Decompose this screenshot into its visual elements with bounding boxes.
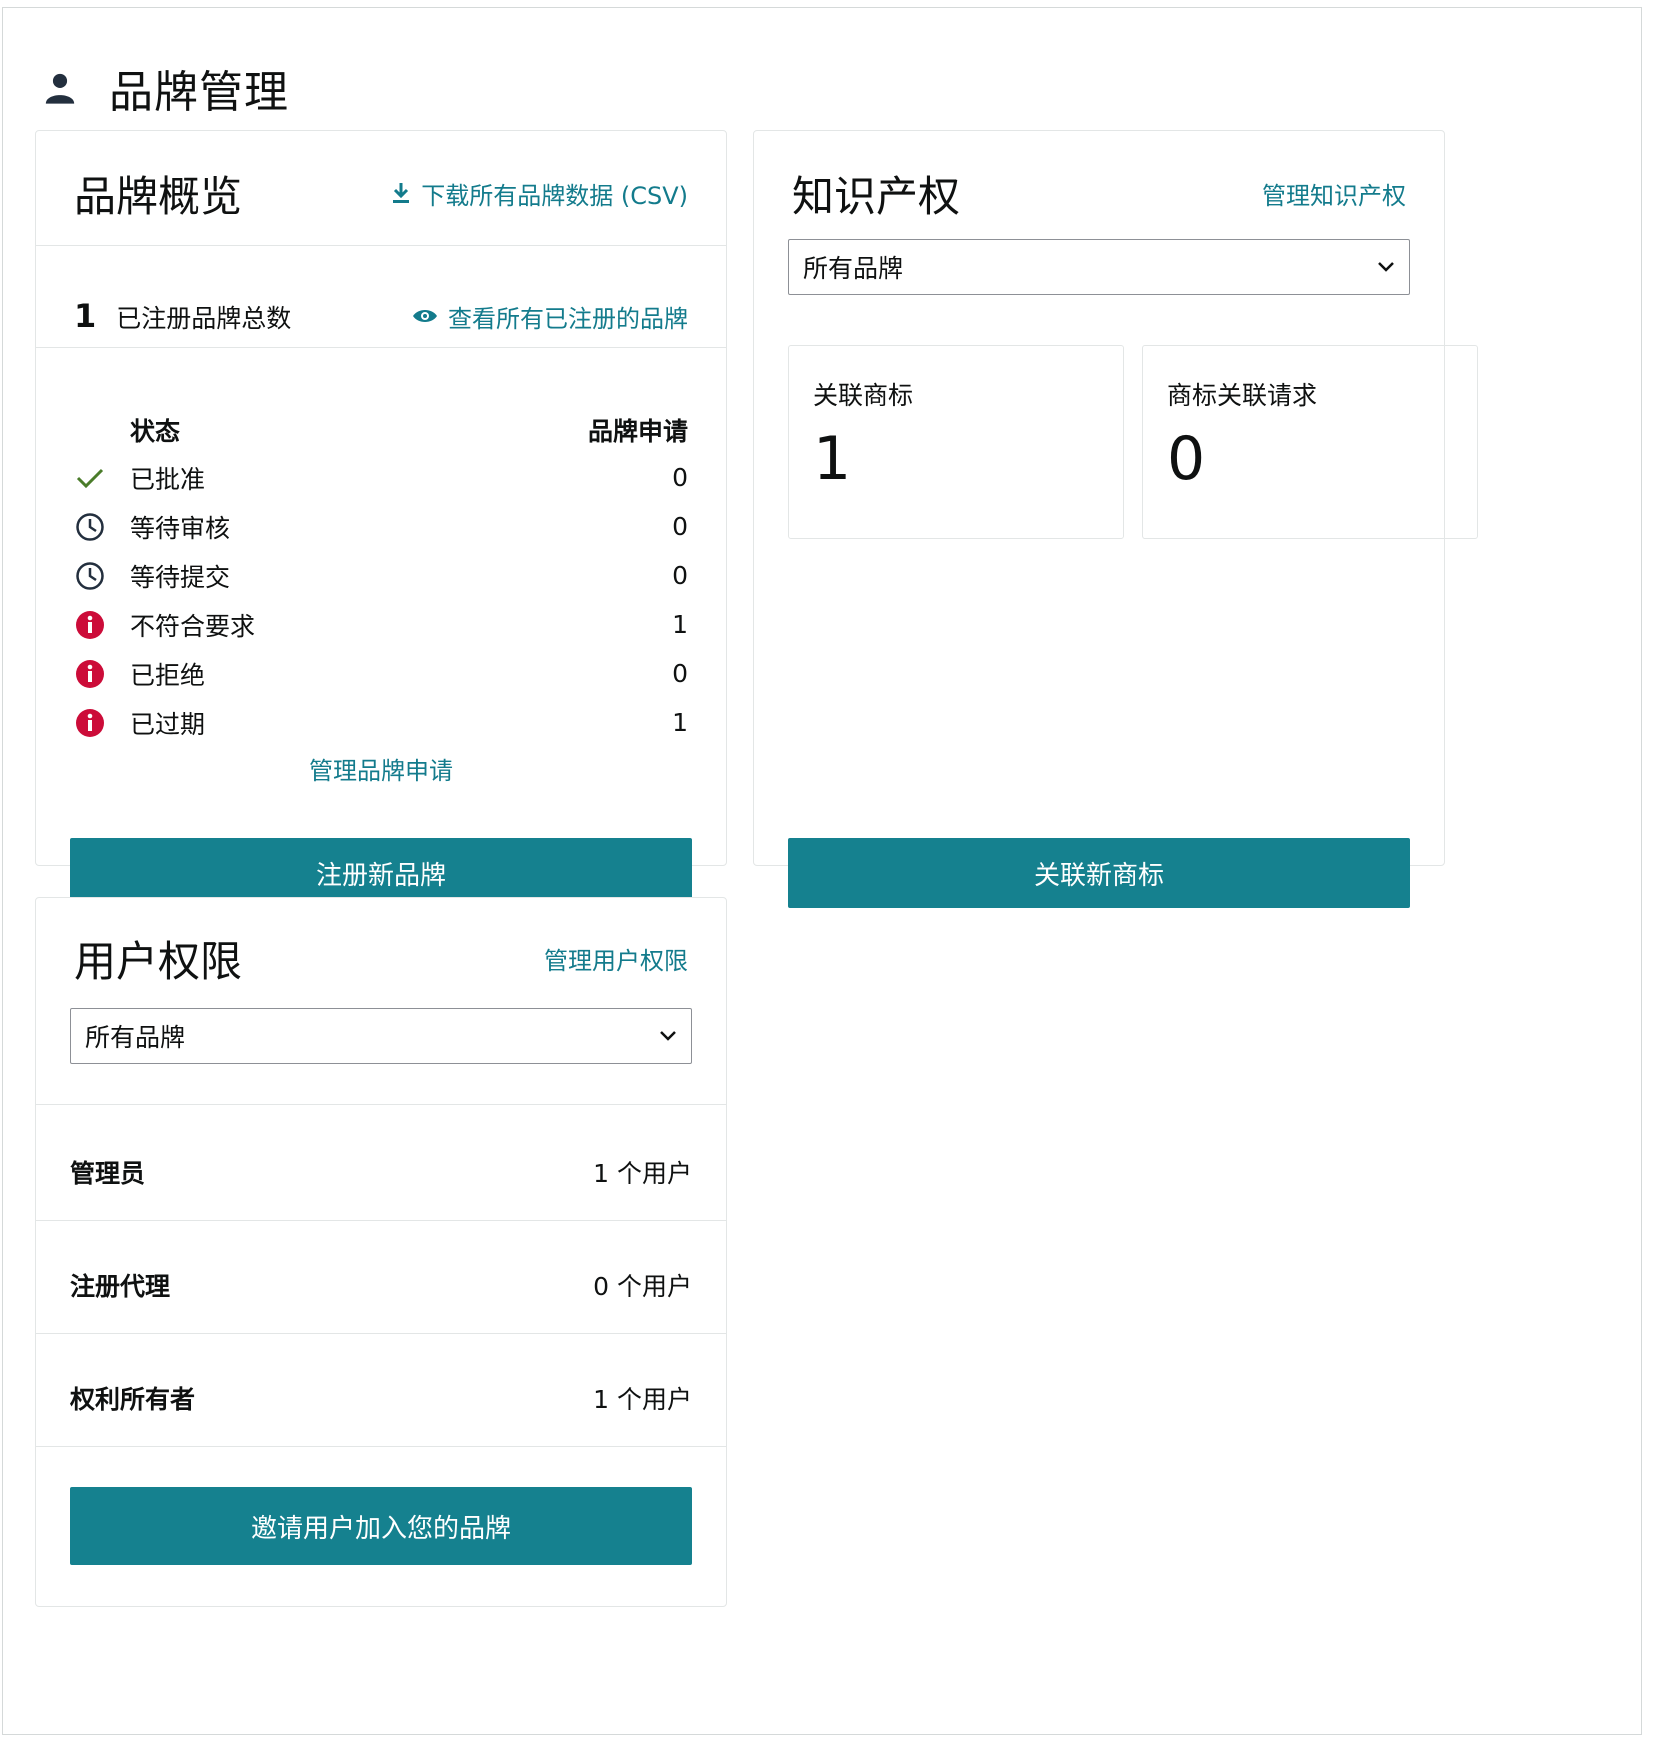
metric-value: 1 bbox=[813, 424, 852, 494]
status-label: 等待提交 bbox=[130, 562, 231, 592]
user-permissions-title: 用户权限 bbox=[74, 936, 243, 986]
total-registered-label: 已注册品牌总数 bbox=[116, 304, 292, 333]
view-all-brands-link[interactable]: 查看所有已注册的品牌 bbox=[412, 299, 688, 334]
view-all-brands-label: 查看所有已注册的品牌 bbox=[448, 304, 688, 333]
role-user-count: 1 个用户 bbox=[593, 1385, 692, 1414]
link-new-trademark-button[interactable]: 关联新商标 bbox=[788, 838, 1410, 908]
status-label: 已过期 bbox=[130, 709, 206, 739]
divider bbox=[36, 347, 726, 348]
download-csv-link[interactable]: 下载所有品牌数据 (CSV) bbox=[391, 176, 688, 211]
status-row-rejected: 已拒绝 0 bbox=[74, 649, 688, 698]
metric-label: 商标关联请求 bbox=[1167, 381, 1318, 410]
chevron-down-icon bbox=[1378, 262, 1394, 272]
status-row-pending-submission: 等待提交 0 bbox=[74, 551, 688, 600]
status-label: 已批准 bbox=[130, 464, 206, 494]
status-label: 不符合要求 bbox=[130, 611, 256, 641]
alert-icon bbox=[74, 658, 106, 690]
status-count: 0 bbox=[672, 463, 688, 492]
brand-overview-title: 品牌概览 bbox=[74, 171, 243, 221]
status-row-expired: 已过期 1 bbox=[74, 698, 688, 747]
manage-brand-applications-link[interactable]: 管理品牌申请 bbox=[309, 751, 453, 786]
metric-value: 0 bbox=[1167, 424, 1206, 494]
chevron-down-icon bbox=[660, 1031, 676, 1041]
ip-title: 知识产权 bbox=[792, 171, 961, 221]
role-user-count: 1 个用户 bbox=[593, 1159, 692, 1188]
status-label: 已拒绝 bbox=[130, 660, 206, 690]
role-user-count: 0 个用户 bbox=[593, 1272, 692, 1301]
user-permissions-card: 用户权限 管理用户权限 所有品牌 管理员 1 个用户 注册代理 0 个用户 权利… bbox=[35, 897, 727, 1607]
user-role-row: 权利所有者 1 个用户 bbox=[70, 1368, 692, 1428]
user-brand-select-value: 所有品牌 bbox=[85, 1023, 186, 1052]
status-count: 1 bbox=[672, 610, 688, 639]
invite-users-button[interactable]: 邀请用户加入您的品牌 bbox=[70, 1487, 692, 1565]
applications-column-header: 品牌申请 bbox=[587, 417, 688, 446]
trademark-link-requests-metric: 商标关联请求 0 bbox=[1142, 345, 1478, 539]
user-icon bbox=[45, 73, 75, 104]
status-column-header: 状态 bbox=[130, 417, 181, 446]
total-registered-count: 1 bbox=[74, 297, 97, 335]
linked-trademarks-metric: 关联商标 1 bbox=[788, 345, 1124, 539]
role-name: 管理员 bbox=[70, 1159, 146, 1188]
page-title: 品牌管理 bbox=[109, 67, 289, 118]
alert-icon bbox=[74, 707, 106, 739]
alert-icon bbox=[74, 609, 106, 641]
status-row-not-compliant: 不符合要求 1 bbox=[74, 600, 688, 649]
status-count: 0 bbox=[672, 512, 688, 541]
role-name: 权利所有者 bbox=[70, 1385, 196, 1414]
divider bbox=[36, 1446, 726, 1447]
role-name: 注册代理 bbox=[70, 1272, 171, 1301]
status-count: 0 bbox=[672, 561, 688, 590]
brand-management-page: 品牌管理 品牌概览 下载所有品牌数据 (CSV) 1 已注册品牌总数 查看所有已… bbox=[2, 7, 1642, 1735]
total-registered-row: 1 已注册品牌总数 查看所有已注册的品牌 bbox=[74, 291, 688, 341]
status-row-pending-review: 等待审核 0 bbox=[74, 502, 688, 551]
download-csv-label: 下载所有品牌数据 (CSV) bbox=[421, 181, 688, 210]
download-icon bbox=[393, 183, 410, 203]
divider bbox=[36, 1220, 726, 1221]
status-count: 0 bbox=[672, 659, 688, 688]
divider bbox=[36, 1104, 726, 1105]
ip-brand-select-value: 所有品牌 bbox=[803, 254, 904, 283]
metric-label: 关联商标 bbox=[813, 381, 914, 410]
user-role-row: 管理员 1 个用户 bbox=[70, 1142, 692, 1202]
status-row-approved: 已批准 0 bbox=[74, 453, 688, 502]
divider bbox=[36, 245, 726, 246]
ip-brand-select[interactable]: 所有品牌 bbox=[788, 239, 1410, 295]
user-role-row: 注册代理 0 个用户 bbox=[70, 1255, 692, 1315]
brand-overview-card: 品牌概览 下载所有品牌数据 (CSV) 1 已注册品牌总数 查看所有已注册的品牌… bbox=[35, 130, 727, 908]
status-label: 等待审核 bbox=[130, 513, 231, 543]
manage-user-permissions-link[interactable]: 管理用户权限 bbox=[544, 941, 688, 976]
status-table: 状态 品牌申请 已批准 0 等待审核 0 等待提交 0 不符合要求 1 已拒绝 … bbox=[74, 407, 688, 747]
clock-icon bbox=[74, 511, 106, 543]
divider bbox=[36, 1333, 726, 1334]
clock-icon bbox=[74, 560, 106, 592]
status-table-header: 状态 品牌申请 bbox=[74, 407, 688, 453]
intellectual-property-card: 知识产权 管理知识产权 所有品牌 关联商标 1 商标关联请求 0 关联新商标 bbox=[753, 130, 1478, 908]
manage-ip-link[interactable]: 管理知识产权 bbox=[1262, 176, 1406, 211]
eye-icon bbox=[413, 310, 437, 322]
check-icon bbox=[74, 462, 106, 494]
user-brand-select[interactable]: 所有品牌 bbox=[70, 1008, 692, 1064]
status-count: 1 bbox=[672, 708, 688, 737]
page-header: 品牌管理 bbox=[43, 58, 289, 118]
